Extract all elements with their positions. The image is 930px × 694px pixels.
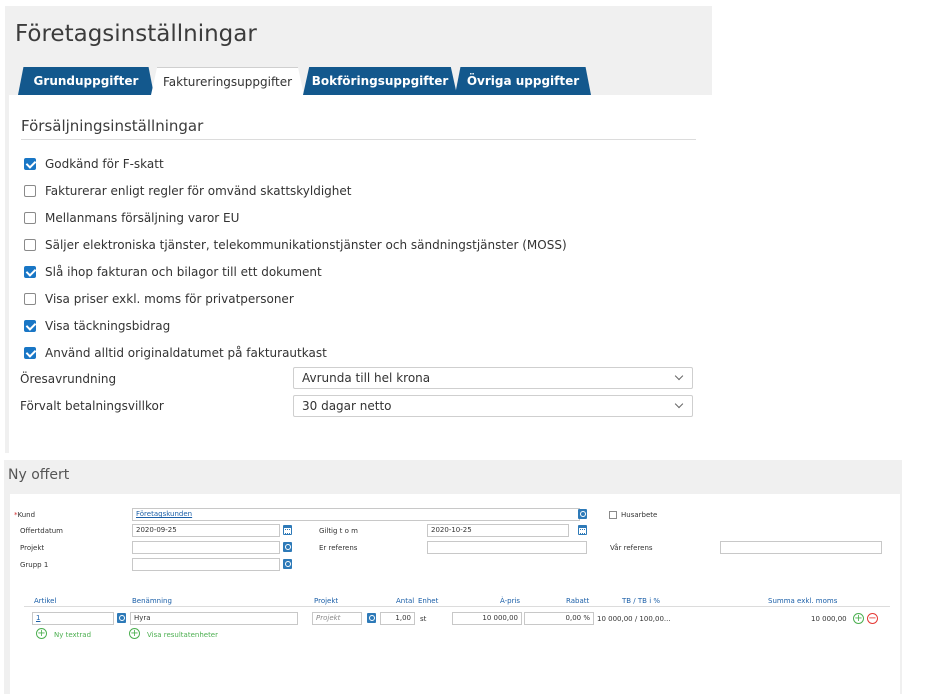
show-result-units-icon[interactable]: + [129,628,140,639]
calendar-icon[interactable] [578,525,587,535]
rounding-select[interactable]: Avrunda till hel krona [293,367,693,389]
option-label: Fakturerar enligt regler för omvänd skat… [45,184,352,198]
col-discount: Rabatt [566,597,590,605]
select-value: Avrunda till hel krona [302,371,431,385]
checkbox[interactable] [24,266,36,278]
offer-title: Ny offert [8,467,70,483]
checkbox[interactable] [24,239,36,251]
show-result-units-link[interactable]: Visa resultatenheter [147,631,218,639]
option-label: Visa täckningsbidrag [45,319,171,333]
search-icon[interactable] [117,613,126,623]
valid-to-input[interactable]: 2020-10-25 [427,524,569,537]
checkbox[interactable] [24,185,36,197]
unit-value: st [420,615,427,623]
customer-label-text: Kund [17,511,36,519]
section-divider [21,139,696,140]
option-reverse-charge[interactable]: Fakturerar enligt regler för omvänd skat… [24,182,352,200]
group1-label: Grupp 1 [20,561,49,569]
calendar-icon[interactable] [283,525,292,535]
select-value: 30 dagar netto [302,399,392,413]
col-qty: Antal [396,597,415,605]
checkbox[interactable] [24,158,36,170]
unit-price-input[interactable]: 10 000,00 [452,612,522,625]
payment-terms-select[interactable]: 30 dagar netto [293,395,693,417]
option-label: Godkänd för F-skatt [45,157,164,171]
customer-label: *Kund [14,511,35,519]
option-f-skatt[interactable]: Godkänd för F-skatt [24,155,164,173]
project-label: Projekt [20,544,45,552]
option-label: Använd alltid originaldatumet på faktura… [45,346,327,360]
option-prices-excl-vat[interactable]: Visa priser exkl. moms för privatpersone… [24,290,294,308]
page-title: Företagsinställningar [15,21,257,47]
rounding-label: Öresavrundning [20,372,117,386]
offer-date-input[interactable]: 2020-09-25 [132,524,280,537]
checkbox[interactable] [24,320,36,332]
project-input[interactable] [132,541,280,554]
option-label: Slå ihop fakturan och bilagor till ett d… [45,265,322,279]
col-project: Projekt [314,597,339,605]
checkbox[interactable] [24,212,36,224]
discount-input[interactable]: 0,00 % [524,612,594,625]
name-input[interactable]: Hyra [130,612,298,625]
remove-row-icon[interactable]: − [867,613,878,624]
col-unit: Enhet [418,597,439,605]
company-settings-panel: Företagsinställningar Grunduppgifter Fak… [5,6,712,453]
article-input[interactable]: 1 [32,612,114,625]
offer-form: *Kund Företagskunden Husarbete Offertdat… [10,494,900,694]
search-icon[interactable] [578,509,587,519]
margin-value: 10 000,00 / 100,00... [597,615,671,623]
search-icon[interactable] [283,542,292,552]
col-margin: TB / TB i % [622,597,661,605]
chevron-down-icon [674,399,684,409]
qty-input[interactable]: 1,00 [380,612,415,625]
checkbox[interactable] [24,347,36,359]
search-icon[interactable] [367,613,376,623]
offer-date-label: Offertdatum [20,527,63,535]
tab-faktureringsuppgifter[interactable]: Faktureringsuppgifter [151,67,304,95]
col-name: Benämning [132,597,172,605]
sum-value: 10 000,00 [811,615,847,623]
col-unit-price: À-pris [500,597,521,605]
husarbete-label: Husarbete [621,511,658,519]
payment-terms-label: Förvalt betalningsvillkor [20,399,164,413]
group1-input[interactable] [132,558,280,571]
section-title: Försäljningsinställningar [21,117,204,135]
valid-to-label: Giltig t o m [319,527,358,535]
row-project-input[interactable]: Projekt [312,612,362,625]
tab-bokforingsuppgifter[interactable]: Bokföringsuppgifter [303,67,457,95]
tab-grunduppgifter[interactable]: Grunduppgifter [18,67,154,95]
option-show-margin[interactable]: Visa täckningsbidrag [24,317,170,335]
add-text-row-link[interactable]: Ny textrad [54,631,91,639]
customer-input[interactable]: Företagskunden [132,508,580,521]
col-article: Artikel [34,597,57,605]
panel-side-bar [5,95,9,453]
col-sum: Summa exkl. moms [768,597,838,605]
option-intermediary-eu[interactable]: Mellanmans försäljning varor EU [24,209,239,227]
chevron-down-icon [674,371,684,381]
checkbox[interactable] [24,293,36,305]
their-ref-input[interactable] [427,541,587,554]
option-merge-attachments[interactable]: Slå ihop fakturan och bilagor till ett d… [24,263,322,281]
add-row-icon[interactable]: + [853,613,864,624]
option-original-date[interactable]: Använd alltid originaldatumet på faktura… [24,344,327,362]
our-ref-input[interactable] [720,541,882,554]
header-divider [24,606,890,607]
option-moss[interactable]: Säljer elektroniska tjänster, telekommun… [24,236,567,254]
their-ref-label: Er referens [319,544,358,552]
option-label: Visa priser exkl. moms för privatpersone… [45,292,294,306]
option-label: Säljer elektroniska tjänster, telekommun… [45,238,567,252]
husarbete-checkbox[interactable] [609,511,617,519]
tab-ovriga-uppgifter[interactable]: Övriga uppgifter [455,67,591,95]
option-label: Mellanmans försäljning varor EU [45,211,240,225]
search-icon[interactable] [283,559,292,569]
our-ref-label: Vår referens [610,544,653,552]
add-text-row-icon[interactable]: + [36,628,47,639]
new-offer-panel: Ny offert *Kund Företagskunden Husarbete… [4,460,902,694]
settings-header: Företagsinställningar Grunduppgifter Fak… [5,6,712,95]
